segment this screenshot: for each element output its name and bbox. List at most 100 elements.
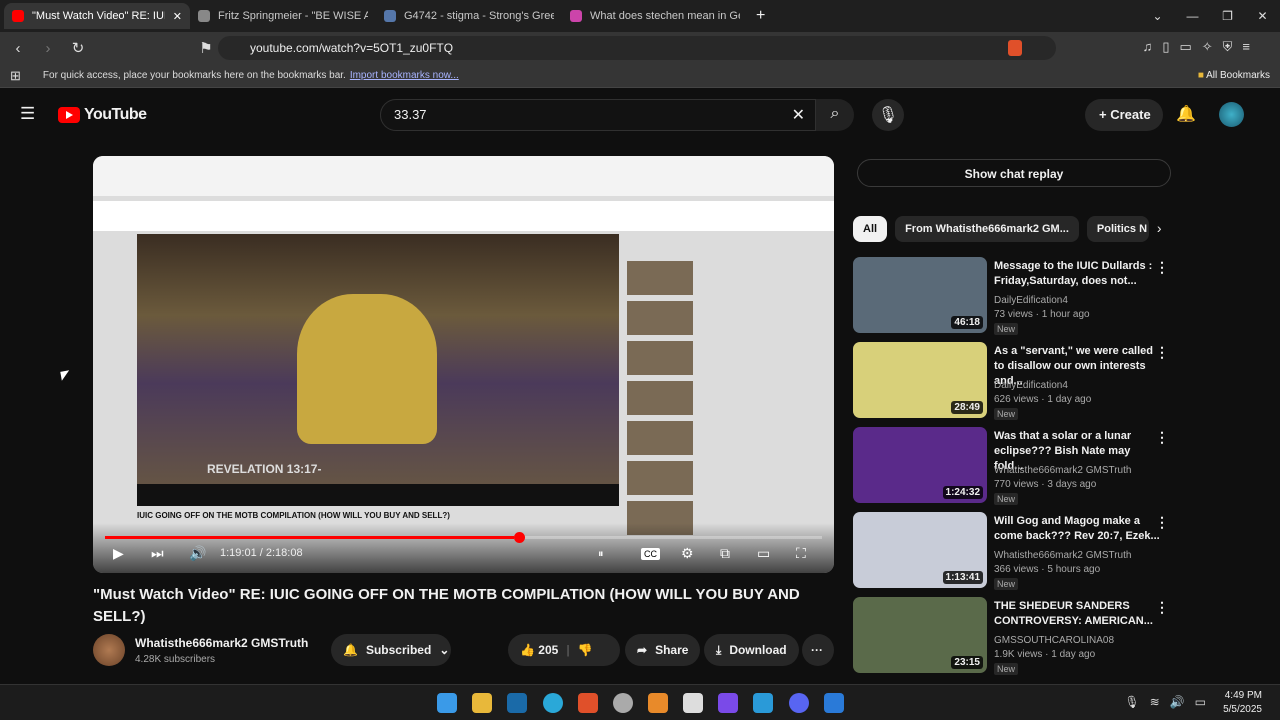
start-windows-icon[interactable] bbox=[437, 693, 457, 713]
brave-icon[interactable] bbox=[578, 693, 598, 713]
video-thumbnail[interactable]: 1:24:32 bbox=[853, 427, 987, 503]
rec-title[interactable]: Will Gog and Magog make a come back??? R… bbox=[994, 514, 1162, 544]
word-icon[interactable] bbox=[824, 693, 844, 713]
recommended-video[interactable]: 23:15 THE SHEDEUR SANDERS CONTROVERSY: A… bbox=[853, 597, 1173, 675]
video-thumbnail[interactable]: 28:49 bbox=[853, 342, 987, 418]
account-avatar[interactable] bbox=[1219, 102, 1244, 127]
chip-all[interactable]: All bbox=[853, 216, 888, 242]
inner-youtube-header bbox=[93, 201, 834, 231]
recommended-video[interactable]: 46:18 Message to the IUIC Dullards : Fri… bbox=[853, 257, 1173, 335]
windows-taskbar: 🎙≋🔊▭ 4:49 PM 5/5/2025 bbox=[0, 684, 1280, 720]
close-window-button[interactable]: ✕ bbox=[1245, 9, 1280, 23]
show-chat-replay-button[interactable]: Show chat replay bbox=[857, 159, 1171, 187]
rec-meta: 1.9K views · 1 day ago bbox=[994, 649, 1096, 660]
settings-gear-icon[interactable]: ⚙ bbox=[681, 545, 694, 562]
video-player[interactable]: REVELATION 13:17- IUIC GOING OFF ON THE … bbox=[93, 156, 834, 573]
recommended-video[interactable]: 1:13:41 Will Gog and Magog make a come b… bbox=[853, 512, 1173, 590]
back-button[interactable]: ‹ bbox=[6, 40, 30, 57]
page-favicon-icon bbox=[570, 10, 582, 22]
forward-button[interactable]: › bbox=[36, 40, 60, 57]
edge-icon[interactable] bbox=[543, 693, 563, 713]
play-icon[interactable]: ▶ bbox=[113, 545, 124, 562]
download-button[interactable]: ⤓ Download bbox=[704, 634, 799, 666]
youtube-header: ☰ YouTube 33.37 ✕ ⌕ 🎙 + Create 🔔 bbox=[0, 92, 1280, 138]
video-thumbnail[interactable]: 23:15 bbox=[853, 597, 987, 673]
url-input[interactable]: youtube.com/watch?v=5OT1_zu0FTQ bbox=[218, 36, 1056, 60]
notepad-icon[interactable] bbox=[753, 693, 773, 713]
more-options-icon[interactable]: ⋮ bbox=[1155, 599, 1169, 616]
app-icon[interactable] bbox=[613, 693, 633, 713]
close-tab-icon[interactable]: ✕ bbox=[173, 10, 182, 23]
autoplay-toggle[interactable]: ⏸ bbox=[598, 548, 604, 561]
tab-youtube[interactable]: "Must Watch Video" RE: IUIC GOING OFF✕ bbox=[4, 3, 190, 29]
video-thumbnail[interactable]: 46:18 bbox=[853, 257, 987, 333]
channel-avatar[interactable] bbox=[93, 634, 125, 666]
dislike-button[interactable]: 👎 bbox=[578, 643, 593, 657]
like-button[interactable]: 👍 205 bbox=[520, 643, 558, 657]
system-tray-icons[interactable]: 🎙≋🔊▭ bbox=[1124, 695, 1216, 709]
rec-meta: 626 views · 1 day ago bbox=[994, 394, 1092, 405]
theater-mode-icon[interactable]: ▭ bbox=[757, 545, 770, 562]
captions-icon[interactable]: CC bbox=[641, 548, 660, 560]
file-explorer-icon[interactable] bbox=[472, 693, 492, 713]
rec-channel[interactable]: Whatisthe666mark2 GMSTruth bbox=[994, 465, 1131, 476]
tab-stechen[interactable]: What does stechen mean in German bbox=[562, 3, 748, 29]
reload-button[interactable]: ↻ bbox=[66, 39, 90, 57]
share-icon: ➦ bbox=[637, 643, 648, 657]
minimize-button[interactable]: — bbox=[1175, 9, 1210, 23]
chip-channel[interactable]: From Whatisthe666mark2 GM... bbox=[895, 216, 1079, 242]
more-actions-button[interactable]: ··· bbox=[802, 634, 834, 666]
subscribed-button[interactable]: 🔔 Subscribed ⌄ bbox=[331, 634, 451, 666]
chevron-right-icon[interactable]: › bbox=[1157, 216, 1162, 242]
vlc-icon[interactable] bbox=[648, 693, 668, 713]
youtube-logo[interactable]: YouTube bbox=[58, 106, 147, 124]
menu-icon[interactable]: ☰ bbox=[20, 104, 35, 124]
rec-title[interactable]: THE SHEDEUR SANDERS CONTROVERSY: AMERICA… bbox=[994, 599, 1162, 629]
create-button[interactable]: + Create bbox=[1085, 99, 1163, 131]
scrubber-handle[interactable] bbox=[513, 532, 525, 543]
chip-politics[interactable]: Politics N bbox=[1086, 216, 1149, 242]
rec-channel[interactable]: GMSSOUTHCAROLINA08 bbox=[994, 635, 1114, 646]
video-editor-icon[interactable] bbox=[718, 693, 738, 713]
next-icon[interactable]: ⏭ bbox=[151, 545, 164, 562]
new-tab-button[interactable]: + bbox=[756, 7, 765, 25]
rec-channel[interactable]: DailyEdification4 bbox=[994, 380, 1068, 391]
tab-strongs[interactable]: G4742 - stigma - Strong's Greek Lexicon bbox=[376, 3, 562, 29]
restore-button[interactable]: ❐ bbox=[1210, 9, 1245, 23]
rec-title[interactable]: Message to the IUIC Dullards : Friday,Sa… bbox=[994, 259, 1162, 289]
more-options-icon[interactable]: ⋮ bbox=[1155, 514, 1169, 531]
fullscreen-icon[interactable]: ⛶ bbox=[796, 545, 806, 562]
clock[interactable]: 4:49 PM 5/5/2025 bbox=[1223, 689, 1262, 717]
apps-grid-icon[interactable]: ⊞ bbox=[10, 68, 21, 84]
rec-channel[interactable]: Whatisthe666mark2 GMSTruth bbox=[994, 550, 1131, 561]
clear-search-icon[interactable]: ✕ bbox=[792, 105, 805, 125]
store-icon[interactable] bbox=[683, 693, 703, 713]
bookmark-icon[interactable]: ⚑ bbox=[194, 39, 218, 57]
brave-shield-icon[interactable] bbox=[1008, 40, 1022, 56]
recommended-video[interactable]: 1:24:32 Was that a solar or a lunar ecli… bbox=[853, 427, 1173, 505]
browser-tab-bar: "Must Watch Video" RE: IUIC GOING OFF✕ F… bbox=[0, 0, 1280, 32]
recommended-video[interactable]: 28:49 As a "servant," we were called to … bbox=[853, 342, 1173, 420]
all-bookmarks-button[interactable]: ■ All Bookmarks bbox=[1198, 70, 1270, 81]
more-options-icon[interactable]: ⋮ bbox=[1155, 259, 1169, 276]
import-bookmarks-link[interactable]: Import bookmarks now... bbox=[350, 70, 459, 81]
search-input[interactable]: 33.37 ✕ bbox=[380, 99, 816, 131]
channel-name[interactable]: Whatisthe666mark2 GMSTruth bbox=[135, 636, 308, 650]
notifications-bell-icon[interactable]: 🔔 bbox=[1176, 104, 1196, 124]
miniplayer-icon[interactable]: ⧉ bbox=[720, 545, 730, 562]
more-options-icon[interactable]: ⋮ bbox=[1155, 429, 1169, 446]
volume-icon[interactable]: 🔊 bbox=[189, 545, 206, 562]
progress-bar[interactable] bbox=[105, 532, 822, 543]
discord-icon[interactable] bbox=[789, 693, 809, 713]
more-options-icon[interactable]: ⋮ bbox=[1155, 344, 1169, 361]
share-button[interactable]: ➦ Share bbox=[625, 634, 701, 666]
rec-channel[interactable]: DailyEdification4 bbox=[994, 295, 1068, 306]
voice-search-button[interactable]: 🎙 bbox=[872, 99, 904, 131]
search-button[interactable]: ⌕ bbox=[816, 99, 854, 131]
like-dislike-group: 👍 205 | 👎 bbox=[508, 634, 620, 666]
tab-fritz[interactable]: Fritz Springmeier - "BE WISE AS SERPENTS… bbox=[190, 3, 376, 29]
steam-icon[interactable] bbox=[507, 693, 527, 713]
tab-search-icon[interactable]: ⌄ bbox=[1140, 9, 1175, 23]
toolbar-icons[interactable]: ♫▯▭✧⛨≡ bbox=[1143, 39, 1260, 55]
video-thumbnail[interactable]: 1:13:41 bbox=[853, 512, 987, 588]
